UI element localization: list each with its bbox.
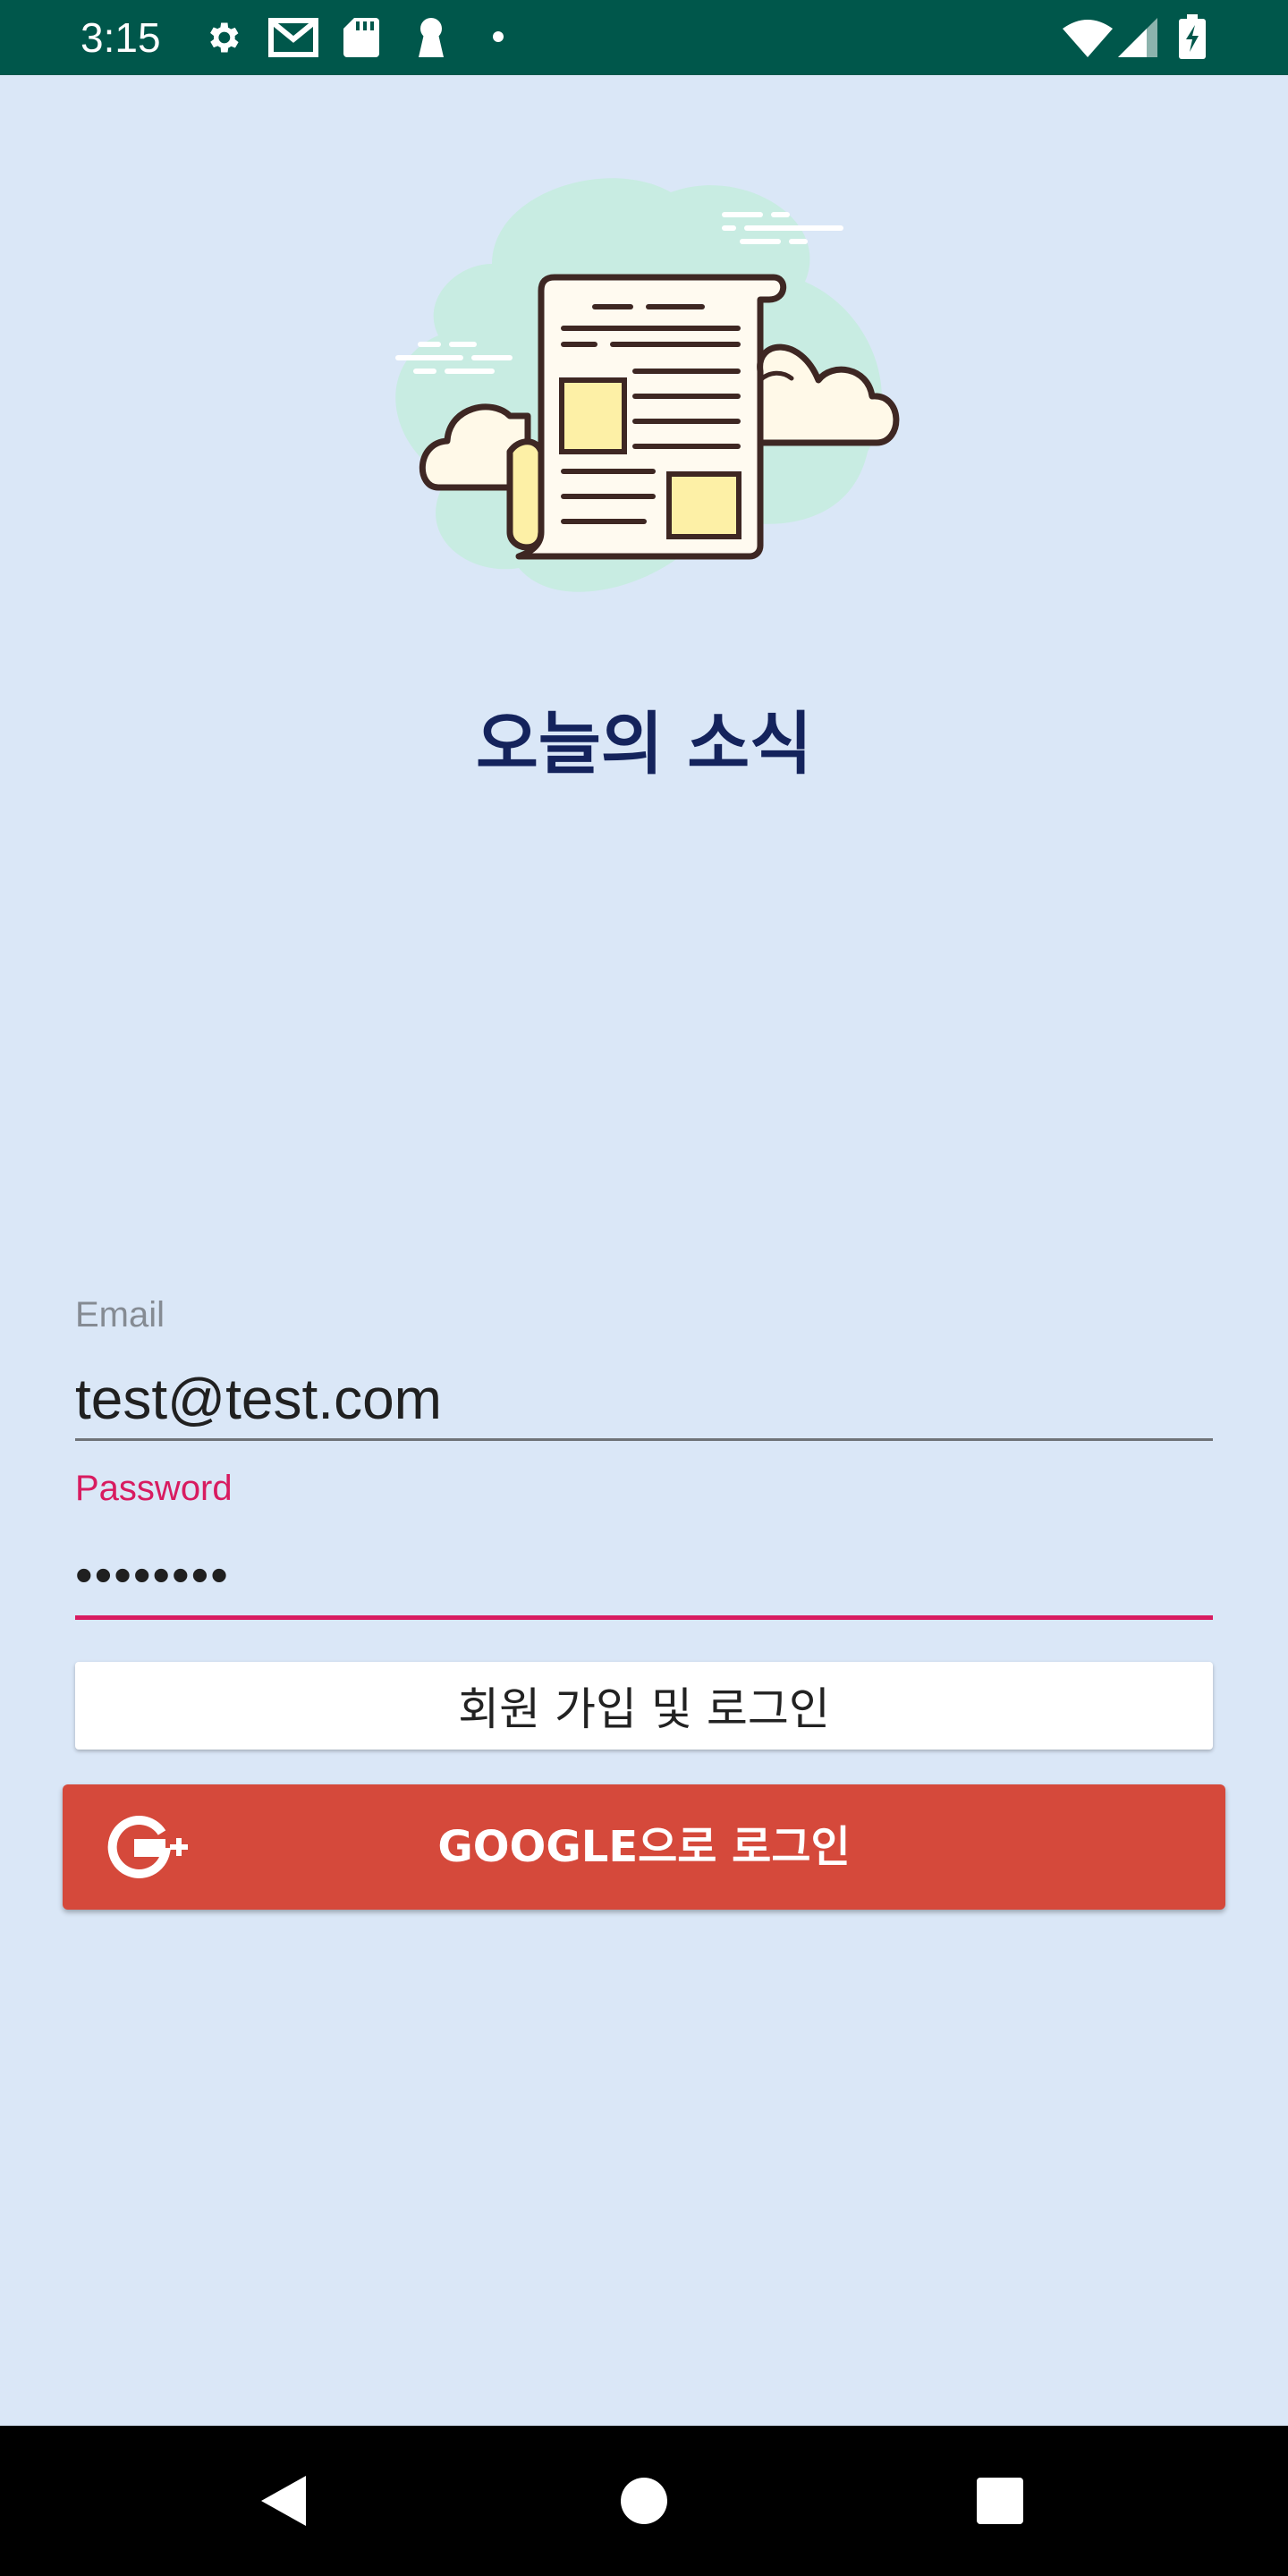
status-bar: 3:15 [0, 0, 1288, 75]
password-field[interactable] [75, 1538, 1213, 1610]
cell-signal-icon [1118, 18, 1157, 57]
google-login-button[interactable]: GOOGLE으로 로그인 [63, 1784, 1225, 1910]
signup-login-label: 회원 가입 및 로그인 [458, 1683, 830, 1735]
recents-icon[interactable] [964, 2465, 1036, 2537]
newspaper-clouds-icon [385, 157, 903, 622]
email-label: Email [75, 1295, 165, 1335]
navigation-bar [0, 2426, 1288, 2576]
gmail-icon [268, 18, 318, 57]
keyhole-icon [415, 18, 447, 57]
password-underline [75, 1615, 1213, 1620]
google-login-label: GOOGLE으로 로그인 [437, 1822, 851, 1872]
password-label: Password [75, 1469, 233, 1508]
sd-card-icon [343, 18, 379, 57]
wifi-icon [1063, 18, 1113, 57]
signup-login-button[interactable]: 회원 가입 및 로그인 [75, 1662, 1213, 1750]
email-underline [75, 1438, 1213, 1441]
home-icon[interactable] [608, 2465, 680, 2537]
battery-charging-icon [1179, 14, 1206, 59]
app-title: 오늘의 소식 [475, 704, 813, 784]
gear-icon [202, 18, 243, 57]
back-icon[interactable] [249, 2465, 320, 2537]
dot-icon [492, 30, 504, 70]
email-field[interactable] [75, 1361, 1213, 1436]
status-time: 3:15 [80, 14, 161, 61]
